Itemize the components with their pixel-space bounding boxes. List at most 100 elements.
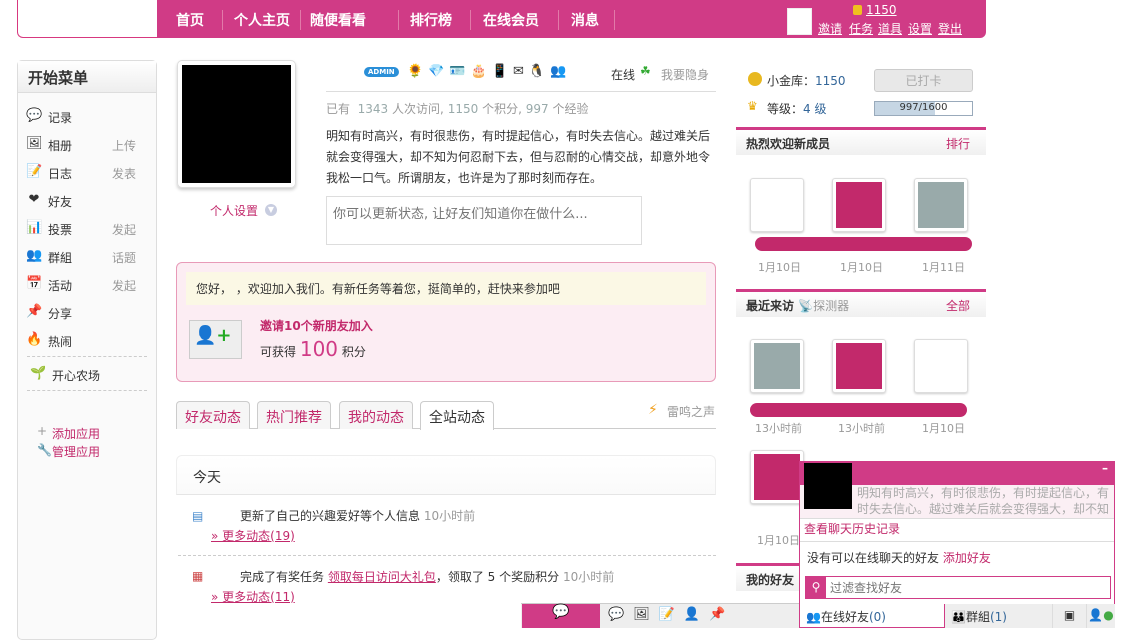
gold-balance: 小金库：1150 — [767, 74, 846, 88]
manage-app-link[interactable]: 管理应用 — [52, 443, 100, 460]
group-icon[interactable]: 👤 — [684, 607, 709, 622]
props-link[interactable]: 道具 — [878, 20, 902, 37]
feed-item: 更新了自己的兴趣爱好等个人信息 10小时前 — [240, 509, 476, 523]
notice-board-icon[interactable]: ▣ — [1052, 604, 1086, 628]
blog-icon[interactable]: 📝 — [659, 607, 684, 622]
gift-task-link[interactable]: 领取每日访问大礼包 — [328, 570, 436, 584]
exp-progress-bar: 997/1600 — [874, 101, 973, 116]
quick-icons: 💬🖼📝👤📌 — [608, 607, 734, 622]
more-feed-link[interactable]: » 更多动态(11) — [211, 588, 295, 605]
recent-visitors-header: 最近来访 📡探测器 全部 — [736, 289, 986, 317]
online-status-icon[interactable]: 👤● — [1086, 604, 1115, 628]
add-friend-link[interactable]: 添加好友 — [943, 551, 991, 565]
chat-toggle-button[interactable]: 💬 — [522, 604, 600, 628]
profile-photo[interactable] — [177, 60, 296, 188]
user-avatar[interactable] — [787, 8, 812, 35]
id-card-icon: 🪪 — [449, 64, 471, 79]
profile-settings-link[interactable]: 个人设置 — [210, 202, 258, 219]
sidebar-item[interactable]: 📝 日志 发表 — [26, 164, 148, 186]
no-online-friends: 没有可以在线聊天的好友 添加好友 — [807, 551, 991, 565]
member-avatar[interactable] — [914, 178, 968, 232]
logout-link[interactable]: 登出 — [938, 20, 962, 37]
search-icon: ⚲ — [806, 577, 826, 598]
friend-filter[interactable]: ⚲ — [805, 576, 1111, 599]
tab-groups[interactable]: 👪群組(1) — [944, 604, 1052, 628]
invite-task-link[interactable]: 邀请10个新朋友加入 — [260, 317, 373, 334]
go-invisible-link[interactable]: 我要隐身 — [661, 66, 709, 83]
tab-my-feed[interactable]: 我的动态 — [339, 401, 413, 429]
tab-friend-feed[interactable]: 好友动态 — [176, 401, 250, 429]
sidebar-item[interactable]: 🔥 热闹 — [26, 332, 148, 354]
nav-browse[interactable]: 随便看看 — [310, 10, 366, 30]
radar-icon: 📡 — [798, 299, 814, 313]
sidebar-action[interactable]: 话题 — [112, 249, 136, 266]
detector-link[interactable]: 探测器 — [813, 299, 849, 313]
crown-icon: ♛ — [747, 99, 758, 113]
chat-history-link[interactable]: 查看聊天历史记录 — [804, 520, 900, 537]
album-icon[interactable]: 🖼 — [633, 607, 659, 622]
task-reward: 可获得 100 积分 — [260, 337, 366, 361]
profile-badges: 🌻💎🪪🎂📱✉🐧👥 — [407, 64, 571, 79]
sidebar-item[interactable]: 🖼 相册 上传 — [26, 136, 148, 158]
checkin-button[interactable]: 已打卡 — [874, 69, 973, 92]
sidebar-item[interactable]: 📅 活动 发起 — [26, 276, 148, 298]
sidebar-item[interactable]: ❤ 好友 — [26, 192, 148, 214]
nav-profile[interactable]: 个人主页 — [234, 10, 290, 30]
sidebar-action[interactable]: 发起 — [112, 221, 136, 238]
more-feed-link[interactable]: » 更多动态(19) — [211, 527, 295, 544]
clover-icon: ☘ — [640, 64, 651, 78]
phone-icon: 📱 — [491, 64, 513, 79]
member-avatar[interactable] — [832, 178, 886, 232]
sprout-icon: 🌱 — [30, 366, 47, 381]
friend-filter-input[interactable] — [830, 578, 1100, 597]
sidebar-item[interactable]: 👥 群組 话题 — [26, 248, 148, 270]
tab-online-friends[interactable]: 👥在线好友(0) — [800, 604, 944, 628]
thunder-link[interactable]: 雷鸣之声 — [667, 403, 715, 420]
profile-bio: 明知有时高兴，有时很悲伤，有时提起信心，有时失去信心。越过难关后就会变得强大，却… — [326, 129, 711, 185]
sidebar-action[interactable]: 上传 — [112, 137, 136, 154]
record-icon[interactable]: 💬 — [608, 607, 633, 622]
sunflower-icon: 🌻 — [407, 64, 429, 79]
friends-icon: 👥 — [806, 610, 821, 624]
visitor-avatar[interactable] — [750, 450, 804, 504]
welcome-message: 您好， ，欢迎加入我们。有新任务等着您，挺简单的，赶快来参加吧 — [186, 272, 706, 305]
settings-link[interactable]: 设置 — [908, 20, 932, 37]
member-avatar[interactable] — [750, 178, 804, 232]
sidebar-item[interactable]: 📊 投票 发起 — [26, 220, 148, 242]
feed-item: 完成了有奖任务 领取每日访问大礼包，领取了 5 个奖励积分 10小时前 — [240, 570, 615, 584]
add-app-link[interactable]: 添加应用 — [52, 425, 100, 442]
tab-hot[interactable]: 热门推荐 — [257, 401, 331, 429]
sidebar-icon: 📌 — [26, 304, 43, 319]
chevron-down-icon[interactable]: ▼ — [265, 204, 277, 216]
sidebar-action[interactable]: 发起 — [112, 277, 136, 294]
minimize-button[interactable]: – — [1102, 461, 1108, 475]
sidebar-icon: 📊 — [26, 220, 43, 235]
tasks-link[interactable]: 任务 — [849, 20, 873, 37]
level-display: 等级：4 级 — [767, 102, 827, 116]
task-calendar-icon: ▦ — [192, 569, 204, 583]
wrench-icon: 🔧 — [37, 443, 52, 457]
nav-ranking[interactable]: 排行榜 — [410, 10, 452, 30]
share-icon[interactable]: 📌 — [709, 607, 734, 622]
logo-area — [17, 0, 157, 38]
sidebar-action[interactable]: 发表 — [112, 165, 136, 182]
visitor-avatar[interactable] — [832, 339, 886, 393]
ranking-link[interactable]: 排行 — [946, 135, 970, 152]
chat-user-avatar — [804, 463, 852, 509]
sidebar-item[interactable]: 💬 记录 — [26, 108, 148, 130]
nav-home[interactable]: 首页 — [176, 10, 204, 30]
coin-icon — [853, 5, 862, 15]
visitor-avatar[interactable] — [750, 339, 804, 393]
status-input[interactable] — [326, 196, 642, 245]
sidebar-item[interactable]: 📌 分享 — [26, 304, 148, 326]
visitor-avatar[interactable] — [914, 339, 968, 393]
tab-site-feed[interactable]: 全站动态 — [420, 401, 494, 430]
nav-messages[interactable]: 消息 — [571, 10, 599, 30]
nav-online-members[interactable]: 在线会员 — [483, 10, 539, 30]
gold-coin-icon — [748, 72, 762, 86]
sidebar-item-farm[interactable]: 🌱 开心农场 — [30, 366, 152, 388]
sidebar-icon: 📝 — [26, 164, 43, 179]
coin-count[interactable]: 1150 — [866, 3, 897, 17]
invite-link[interactable]: 邀请 — [818, 20, 842, 37]
all-visitors-link[interactable]: 全部 — [946, 297, 970, 314]
